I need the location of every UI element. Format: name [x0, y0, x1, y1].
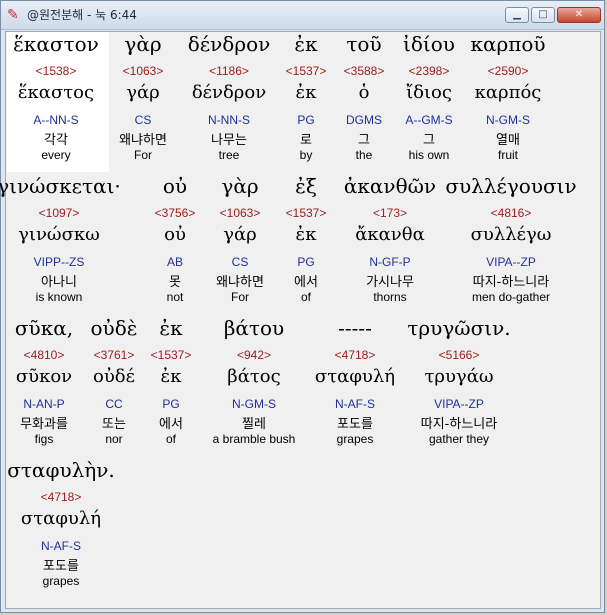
korean-gloss: 열매 [496, 133, 520, 148]
app-window: ✎ @원전분해 - 눅 6:44 ▁ □ ✕ ἕκαστον <1538> ἕκασ… [0, 0, 605, 613]
lemma: τρυγάω [424, 366, 494, 387]
lemma: συλλέγω [470, 224, 552, 245]
english-gloss: men do-gather [471, 290, 551, 304]
strong-number[interactable]: <2590> [438, 64, 578, 78]
english-gloss: thorns [373, 290, 407, 304]
korean-gloss: 따지-하느니라 [472, 275, 550, 290]
english-gloss: grapes [42, 574, 80, 588]
english-gloss: gather they [428, 432, 490, 446]
verse-row: ἕκαστον <1538> ἕκαστος A--NN-S 각각 every γὰρ <10… [6, 32, 600, 172]
book-icon[interactable]: ✎ [7, 7, 23, 23]
morphology-code: VIPA--ZP [486, 255, 536, 269]
greek-word[interactable]: ἀκανθῶν [320, 174, 460, 200]
greek-word[interactable]: καρποῦ [438, 32, 578, 58]
english-gloss: fruit [497, 148, 518, 162]
lemma: καρπός [474, 82, 542, 103]
morphology-code: N-GF-P [369, 255, 411, 269]
maximize-button[interactable]: □ [531, 7, 555, 23]
strong-number[interactable]: <4718> [0, 490, 131, 504]
strong-number[interactable]: <5166> [389, 348, 529, 362]
minimize-button[interactable]: ▁ [505, 7, 529, 23]
strong-number[interactable]: <173> [320, 206, 460, 220]
close-button[interactable]: ✕ [557, 7, 601, 23]
interlinear-panel[interactable]: ἕκαστον <1538> ἕκαστος A--NN-S 각각 every γὰρ <10… [0, 31, 601, 609]
morphology-code: N-AF-S [41, 539, 81, 553]
window-title: @원전분해 - 눅 6:44 [27, 8, 137, 22]
morphology-code: VIPA--ZP [434, 397, 484, 411]
korean-gloss: 따지-하느니라 [420, 417, 498, 432]
korean-gloss: 포도를 [43, 559, 79, 574]
verse-row: γινώσκεται· <1097> γινώσκω VIPP--ZS 아나니 is kn… [0, 174, 600, 314]
greek-word[interactable]: σταφυλὴν. [0, 458, 131, 484]
title-bar[interactable]: ✎ @원전분해 - 눅 6:44 ▁ □ ✕ [1, 1, 604, 30]
greek-word[interactable]: τρυγῶσιν. [389, 316, 529, 342]
strong-number[interactable]: <4816> [441, 206, 581, 220]
lemma: σταφυλή [20, 508, 102, 529]
verse-row: σῦκα, <4810> σῦκον N-AN-P 무화과를 figs οὐδὲ <3761>… [6, 316, 600, 456]
korean-gloss: 가시나무 [366, 275, 414, 290]
verse-row: σταφυλὴν. <4718> σταφυλή N-AF-S 포도를 grapes [6, 458, 600, 598]
morphology-code: N-GM-S [486, 113, 530, 127]
greek-word[interactable]: συλλέγουσιν [441, 174, 581, 200]
lemma: ἄκανθα [355, 224, 425, 245]
